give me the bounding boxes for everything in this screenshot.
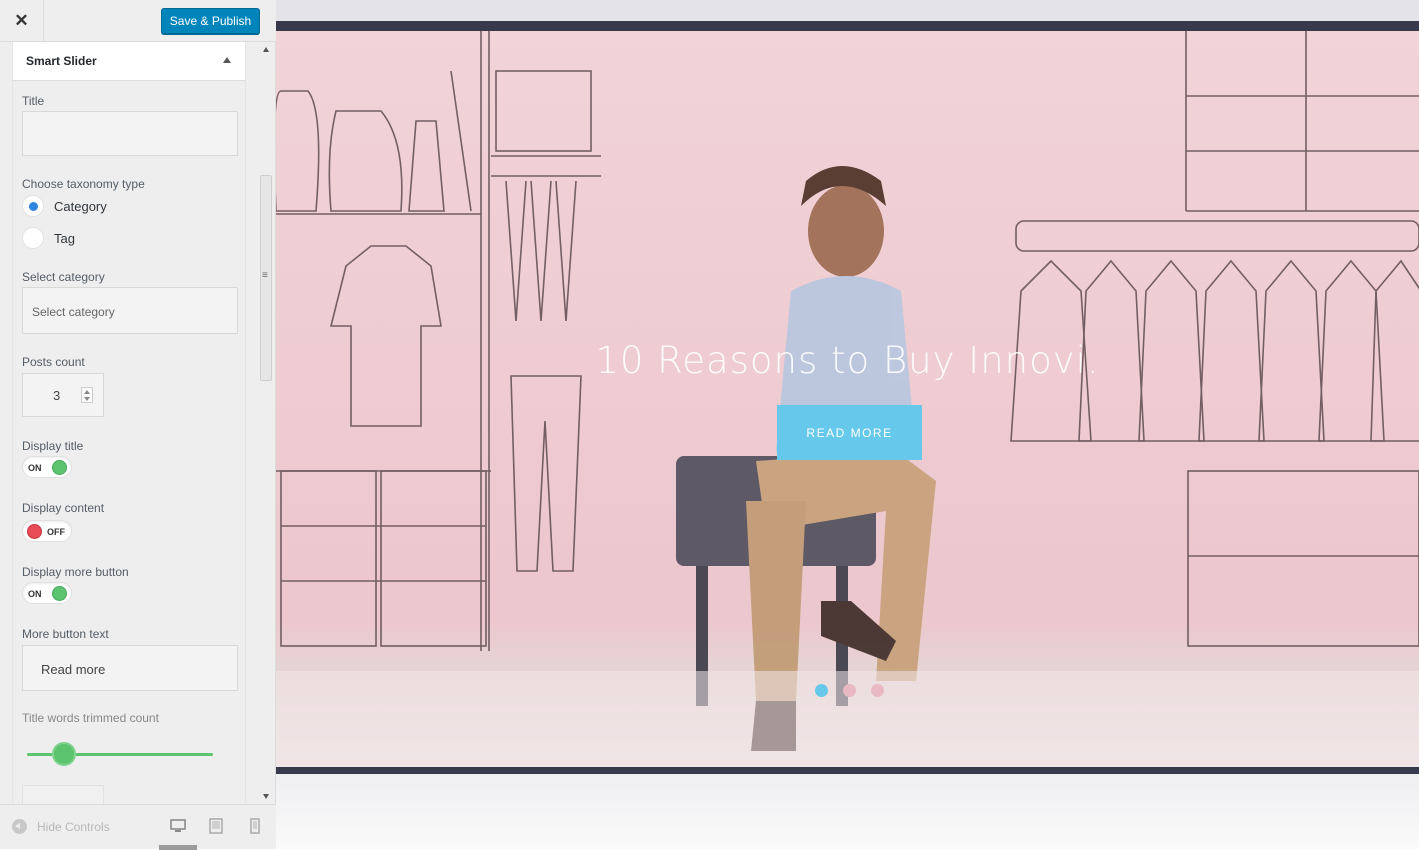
category-select[interactable]: Select category — [22, 287, 238, 334]
taxonomy-label: Choose taxonomy type — [22, 177, 145, 191]
smart-slider: 10 Reasons to Buy Innovi. READ MORE — [276, 21, 1419, 774]
read-more-button[interactable]: READ MORE — [777, 405, 922, 460]
more-text-label: More button text — [22, 627, 109, 641]
trim-label: Title words trimmed count — [22, 711, 159, 725]
display-title-toggle[interactable]: ON — [22, 456, 72, 478]
display-title-label: Display title — [22, 439, 84, 453]
customizer-footer: Hide Controls — [0, 804, 276, 850]
active-device-indicator — [159, 845, 197, 850]
radio-button[interactable] — [22, 227, 44, 249]
slide: 10 Reasons to Buy Innovi. READ MORE — [276, 31, 1419, 767]
radio-category[interactable]: Category — [22, 195, 107, 217]
customizer-header: ✕ Save & Publish — [0, 0, 276, 42]
slide-illustration — [276, 31, 1419, 767]
radio-tag[interactable]: Tag — [22, 227, 75, 249]
more-text-value: Read more — [41, 662, 106, 677]
slider-pagination — [815, 684, 884, 697]
category-placeholder: Select category — [32, 305, 115, 319]
radio-label-category: Category — [54, 198, 107, 214]
desktop-icon[interactable] — [170, 818, 186, 834]
title-input[interactable] — [22, 111, 238, 156]
toggle-knob — [52, 460, 67, 475]
slider-dot[interactable] — [871, 684, 884, 697]
page-below-slider — [276, 774, 1419, 849]
radio-label-tag: Tag — [54, 230, 75, 246]
category-label: Select category — [22, 270, 105, 284]
close-icon: ✕ — [14, 11, 29, 30]
section-controls: Title Choose taxonomy type Category Tag … — [12, 81, 246, 804]
tablet-icon[interactable] — [208, 818, 224, 834]
hide-controls-label: Hide Controls — [37, 819, 110, 834]
toggle-state: OFF — [47, 527, 65, 537]
display-content-label: Display content — [22, 501, 105, 515]
hide-controls-button[interactable]: Hide Controls — [12, 819, 110, 834]
toggle-knob — [27, 524, 42, 539]
posts-count-label: Posts count — [22, 355, 85, 369]
collapse-icon — [12, 819, 27, 834]
slider-dot[interactable] — [815, 684, 828, 697]
more-text-input[interactable]: Read more — [22, 645, 238, 691]
radio-button-checked[interactable] — [22, 195, 44, 217]
title-label: Title — [22, 94, 45, 108]
section-title: Smart Slider — [26, 54, 97, 68]
close-button[interactable]: ✕ — [0, 0, 44, 42]
sidebar-scrollbar[interactable] — [258, 42, 274, 804]
scroll-down-icon[interactable] — [263, 794, 269, 799]
mobile-icon[interactable] — [247, 818, 263, 834]
slider-dot[interactable] — [843, 684, 856, 697]
customizer-sidebar: ✕ Save & Publish Smart Slider Title Choo… — [0, 0, 276, 850]
scroll-up-icon[interactable] — [263, 47, 269, 52]
toggle-state: ON — [28, 589, 42, 599]
display-more-label: Display more button — [22, 565, 129, 579]
posts-count-stepper[interactable]: 3 — [22, 373, 104, 417]
site-preview: 10 Reasons to Buy Innovi. READ MORE — [276, 0, 1419, 849]
trim-count-stepper[interactable] — [22, 785, 104, 804]
display-content-toggle[interactable]: OFF — [22, 520, 72, 542]
toggle-state: ON — [28, 463, 42, 473]
slide-title: 10 Reasons to Buy Innovi. — [595, 339, 1100, 382]
save-publish-button[interactable]: Save & Publish — [161, 8, 260, 34]
display-more-toggle[interactable]: ON — [22, 582, 72, 604]
toggle-knob — [52, 586, 67, 601]
trim-slider-thumb[interactable] — [52, 742, 77, 766]
section-header[interactable]: Smart Slider — [12, 42, 246, 81]
collapse-caret-icon[interactable] — [223, 57, 231, 63]
posts-count-value: 3 — [53, 388, 61, 403]
preview-top-bar — [276, 0, 1419, 21]
stepper-arrows-icon[interactable] — [81, 387, 93, 403]
scrollbar-thumb[interactable] — [260, 175, 272, 381]
controls-panel: Smart Slider Title Choose taxonomy type … — [0, 42, 258, 804]
